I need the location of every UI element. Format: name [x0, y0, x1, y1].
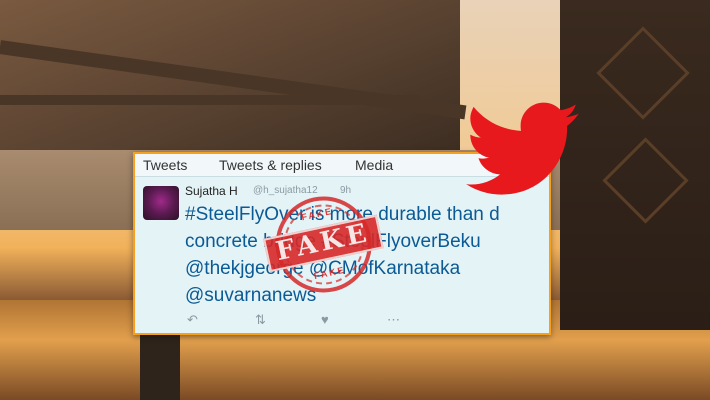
girder-beam	[0, 95, 420, 105]
like-icon[interactable]: ♥	[321, 312, 329, 327]
twitter-bird-icon	[466, 102, 580, 195]
retweet-icon[interactable]: ⇅	[255, 312, 266, 328]
avatar[interactable]	[143, 186, 179, 220]
bridge-pillar	[140, 330, 180, 400]
reply-icon[interactable]: ↶	[187, 312, 198, 328]
tweet-actions: ↶ ⇅ ♥ ⋯	[185, 312, 425, 328]
user-name[interactable]: Sujatha H	[185, 184, 238, 198]
tab-tweets-replies[interactable]: Tweets & replies	[219, 157, 322, 173]
more-icon[interactable]: ⋯	[387, 312, 400, 328]
user-handle[interactable]: @h_sujatha12	[253, 185, 318, 196]
tab-tweets[interactable]: Tweets	[143, 157, 187, 173]
tab-media[interactable]: Media	[355, 157, 393, 173]
